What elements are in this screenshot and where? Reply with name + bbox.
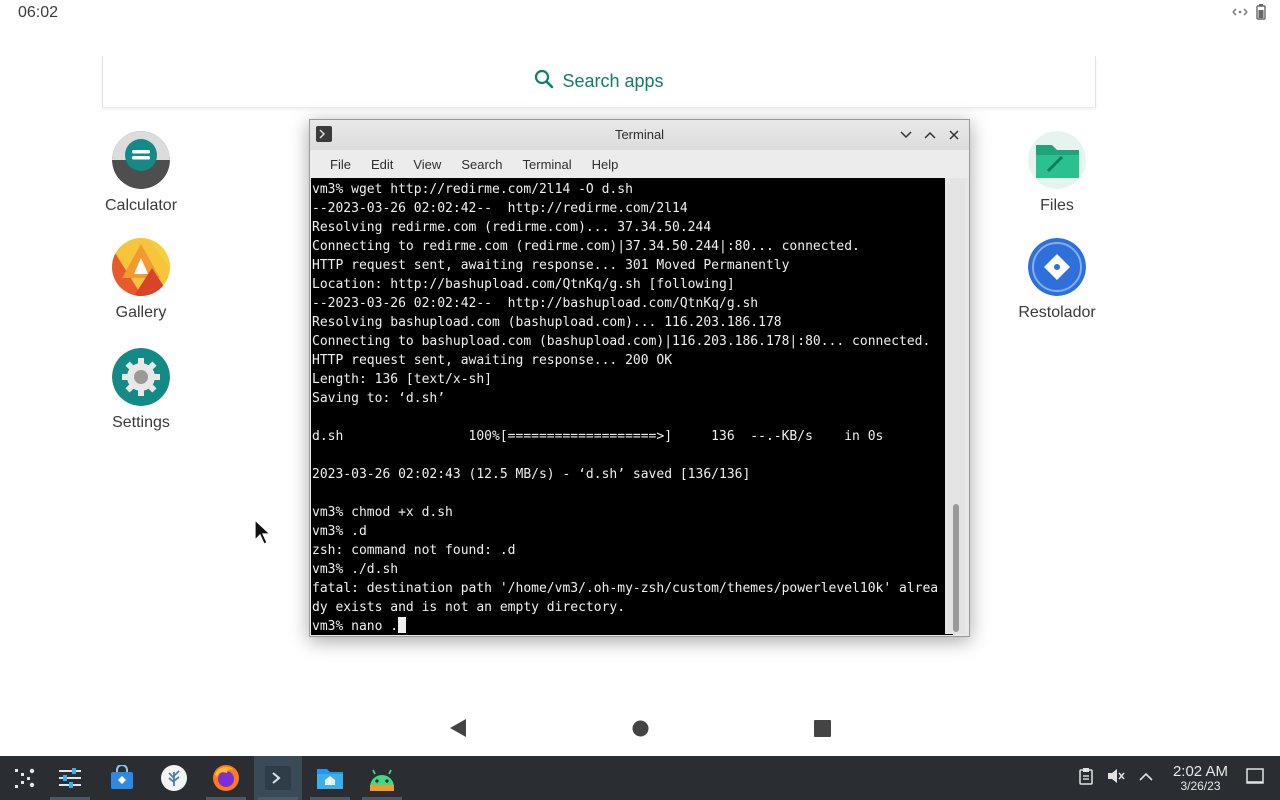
terminal-line: 2023-03-26 02:02:43 (12.5 MB/s) - ‘d.sh’…: [312, 467, 751, 482]
terminal-line: zsh: command not found: .d: [312, 543, 516, 558]
text-cursor: [398, 617, 407, 633]
terminal-line: HTTP request sent, awaiting response... …: [312, 258, 790, 273]
app-label: Files: [1040, 197, 1074, 214]
scrollbar-thumb[interactable]: [953, 504, 959, 632]
app-label: Restolador: [1018, 304, 1096, 321]
minimize-icon[interactable]: [897, 126, 915, 144]
show-desktop-icon[interactable]: [1246, 767, 1264, 789]
terminal-line: vm3% .d: [312, 524, 367, 539]
restolador-icon: [1028, 238, 1086, 296]
battery-icon: [1256, 4, 1266, 20]
volume-muted-icon[interactable]: [1107, 768, 1125, 789]
android-nav-bar: [0, 718, 1280, 740]
flathub-icon[interactable]: [150, 756, 198, 800]
app-files[interactable]: Files: [1002, 131, 1112, 215]
terminal-line: --2023-03-26 02:02:42-- http://redirme.c…: [312, 201, 688, 216]
menu-file[interactable]: File: [320, 157, 361, 172]
terminal-line: vm3% ./d.sh: [312, 562, 399, 577]
close-icon[interactable]: [945, 126, 963, 144]
terminal-output[interactable]: vm3% wget http://redirme.com/2l14 -O d.s…: [311, 178, 953, 635]
app-settings[interactable]: Settings: [86, 348, 196, 432]
terminal-prompt-line[interactable]: vm3% nano .: [312, 617, 953, 635]
terminal-icon[interactable]: [254, 756, 302, 800]
terminal-line: dy exists and is not an empty directory.: [312, 600, 626, 615]
terminal-line: vm3% chmod +x d.sh: [312, 505, 453, 520]
system-tray: 2:02 AM 3/26/23: [1079, 756, 1280, 800]
app-gallery[interactable]: Gallery: [86, 238, 196, 322]
window-title: Terminal: [614, 127, 665, 142]
back-icon[interactable]: [449, 718, 467, 743]
terminal-line: Saving to: ‘d.sh’: [312, 391, 446, 406]
file-manager-icon[interactable]: [306, 756, 354, 800]
app-restolador[interactable]: Restolador: [1002, 238, 1112, 322]
home-icon[interactable]: [632, 720, 649, 742]
system-settings-icon[interactable]: [46, 756, 94, 800]
search-icon: [534, 69, 554, 94]
terminal-line: Length: 136 [text/x-sh]: [312, 372, 493, 387]
mouse-pointer-icon: [254, 518, 272, 550]
terminal-line: Resolving redirme.com (redirme.com)... 3…: [312, 220, 712, 235]
menu-help[interactable]: Help: [582, 157, 629, 172]
terminal-titlebar[interactable]: Terminal: [310, 120, 969, 150]
status-icons: [1230, 4, 1266, 20]
menu-terminal[interactable]: Terminal: [513, 157, 582, 172]
clipboard-icon[interactable]: [1079, 767, 1093, 790]
network-icon: [1230, 5, 1250, 19]
discover-store-icon[interactable]: [98, 756, 146, 800]
terminal-line: Connecting to bashupload.com (bashupload…: [312, 334, 931, 349]
taskbar: 2:02 AM 3/26/23: [0, 756, 1280, 800]
terminal-menubar: File Edit View Search Terminal Help: [310, 150, 969, 178]
status-time: 06:02: [18, 4, 59, 21]
clock-date: 3/26/23: [1180, 778, 1221, 793]
clock-time: 2:02 AM: [1172, 762, 1228, 780]
terminal-line: --2023-03-26 02:02:42-- http://bashuploa…: [312, 296, 759, 311]
menu-view[interactable]: View: [403, 157, 451, 172]
recents-icon[interactable]: [814, 720, 831, 742]
search-apps-label: Search apps: [562, 71, 664, 91]
prompt-text: vm3% nano .: [312, 619, 399, 634]
terminal-line: d.sh 100%[===================>] 136 --.-…: [312, 429, 884, 444]
terminal-line: Resolving bashupload.com (bashupload.com…: [312, 315, 782, 330]
app-launcher-icon[interactable]: [0, 756, 48, 800]
menu-edit[interactable]: Edit: [361, 157, 403, 172]
app-label: Calculator: [104, 197, 178, 214]
clock[interactable]: 2:02 AM 3/26/23: [1172, 762, 1228, 793]
maximize-icon[interactable]: [921, 126, 939, 144]
gallery-icon: [112, 238, 170, 296]
calculator-icon: [112, 131, 170, 189]
terminal-scrollbar[interactable]: [945, 178, 965, 634]
app-calculator[interactable]: Calculator: [86, 131, 196, 215]
terminal-line: vm3% wget http://redirme.com/2l14 -O d.s…: [312, 182, 633, 197]
terminal-line: fatal: destination path '/home/vm3/.oh-m…: [312, 581, 939, 596]
terminal-line: Location: http://bashupload.com/QtnKq/g.…: [312, 277, 735, 292]
chevron-up-icon[interactable]: [1139, 769, 1153, 787]
terminal-line: HTTP request sent, awaiting response... …: [312, 353, 673, 368]
settings-icon: [112, 348, 170, 406]
terminal-line: Connecting to redirme.com (redirme.com)|…: [312, 239, 860, 254]
android-icon[interactable]: [358, 756, 406, 800]
files-icon: [1028, 131, 1086, 189]
app-label: Settings: [112, 414, 170, 431]
menu-search[interactable]: Search: [451, 157, 512, 172]
terminal-window[interactable]: Terminal File Edit View Search Terminal …: [309, 119, 970, 637]
firefox-icon[interactable]: [202, 756, 250, 800]
search-apps-bar[interactable]: Search apps: [102, 56, 1096, 108]
app-label: Gallery: [115, 304, 167, 321]
